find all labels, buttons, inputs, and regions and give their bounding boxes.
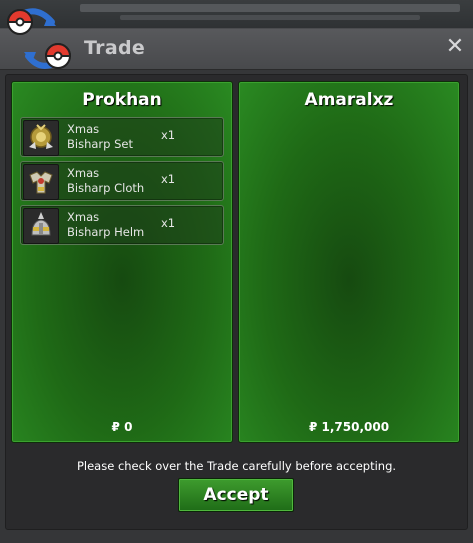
item-name-line1: Xmas	[67, 122, 100, 136]
window-title: Trade	[84, 37, 146, 59]
left-player-name: Prokhan	[82, 90, 162, 110]
left-trade-panel: Prokhan Xmas Bisharp Set x1 Xmas Bisharp…	[11, 81, 233, 443]
item-quantity: x1	[161, 172, 176, 186]
item-name-line2: Bisharp Set	[67, 137, 133, 151]
item-name-line2: Bisharp Helm	[67, 225, 145, 239]
item-quantity: x1	[161, 128, 176, 142]
item-quantity: x1	[161, 216, 176, 230]
bisharp-helm-icon	[23, 208, 59, 244]
trade-item[interactable]: Xmas Bisharp Cloth x1	[20, 161, 224, 201]
right-trade-panel: Amaralxz ₽ 1,750,000	[238, 81, 460, 443]
bisharp-set-icon	[23, 120, 59, 156]
pokeball-exchange-icon	[0, 0, 80, 78]
trade-notice: Please check over the Trade carefully be…	[76, 459, 397, 473]
background-bar	[80, 4, 460, 12]
item-name-line1: Xmas	[67, 166, 100, 180]
bisharp-cloth-icon	[23, 164, 59, 200]
item-name-line1: Xmas	[67, 210, 100, 224]
right-player-name: Amaralxz	[304, 90, 394, 110]
trade-item[interactable]: Xmas Bisharp Helm x1	[20, 205, 224, 245]
trade-item[interactable]: Xmas Bisharp Set x1	[20, 117, 224, 157]
trade-window: Trade ✕ Prokhan Xmas Bisharp Set x1 Xmas…	[0, 28, 473, 543]
accept-button[interactable]: Accept	[178, 478, 294, 512]
right-money-offer: ₽ 1,750,000	[308, 420, 390, 434]
background-bar	[120, 15, 420, 20]
item-name-line2: Bisharp Cloth	[67, 181, 145, 195]
trade-content: Prokhan Xmas Bisharp Set x1 Xmas Bisharp…	[5, 74, 468, 530]
close-icon[interactable]: ✕	[443, 35, 467, 59]
left-money-offer: ₽ 0	[111, 420, 133, 434]
